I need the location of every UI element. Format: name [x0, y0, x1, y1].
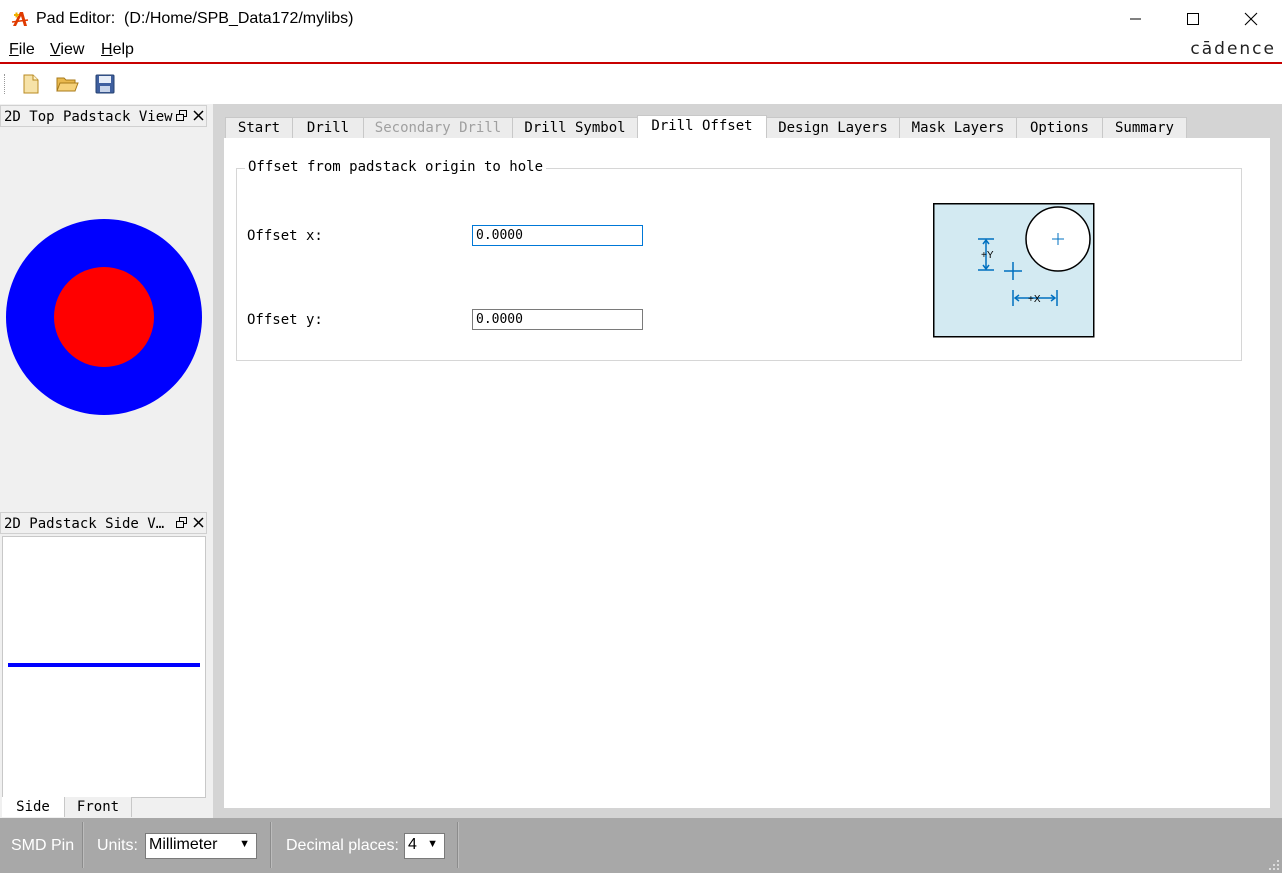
toolbar-grip[interactable]	[4, 74, 7, 94]
y-dimension-label: +Y	[981, 250, 994, 261]
units-value: Millimeter	[149, 836, 218, 853]
tab-start[interactable]: Start	[225, 117, 293, 139]
menu-help[interactable]: Help	[101, 41, 134, 59]
offset-x-input[interactable]	[472, 225, 643, 246]
tab-side[interactable]: Side	[2, 797, 64, 817]
side-view-panel-header: 2D Padstack Side V…	[0, 512, 207, 534]
offset-y-input[interactable]	[472, 309, 643, 330]
new-file-icon[interactable]	[19, 72, 43, 96]
float-panel-icon[interactable]	[176, 516, 187, 531]
status-separator	[82, 822, 84, 868]
decimal-places-combobox[interactable]: 4 ▼	[404, 833, 445, 859]
tab-options[interactable]: Options	[1016, 117, 1103, 139]
tab-drill-offset[interactable]: Drill Offset	[637, 115, 767, 140]
drill-offset-diagram: +Y +X	[933, 203, 1095, 338]
tab-drill[interactable]: Drill	[292, 117, 364, 139]
maximize-icon	[1187, 13, 1199, 25]
offset-groupbox: Offset from padstack origin to hole Offs…	[236, 159, 1242, 361]
tab-front[interactable]: Front	[64, 797, 132, 817]
menu-bar: File View Help cādence	[0, 38, 1282, 62]
side-layer-bar	[8, 663, 200, 667]
pad-editor-app-icon	[11, 12, 29, 26]
offset-x-label: Offset x:	[247, 228, 323, 244]
status-bar: SMD Pin Units: Millimeter ▼ Decimal plac…	[0, 818, 1282, 873]
offset-group-title: Offset from padstack origin to hole	[245, 159, 547, 175]
side-view-tabs: Side Front	[0, 797, 213, 818]
save-icon[interactable]	[93, 72, 117, 96]
tab-summary[interactable]: Summary	[1102, 117, 1187, 139]
toolbar	[0, 64, 1282, 104]
resize-grip-icon[interactable]	[1268, 859, 1280, 871]
close-icon	[1244, 12, 1258, 26]
top-view-panel-title: 2D Top Padstack View	[4, 109, 173, 125]
float-panel-icon[interactable]	[176, 109, 187, 124]
decimal-places-label: Decimal places:	[286, 837, 399, 854]
cadence-logo: cādence	[1190, 39, 1276, 59]
top-padstack-view	[0, 130, 208, 510]
drill-hole-circle	[54, 267, 154, 367]
close-panel-icon[interactable]	[193, 516, 204, 531]
maximize-button[interactable]	[1164, 0, 1222, 38]
menu-view[interactable]: View	[50, 41, 84, 59]
chevron-down-icon: ▼	[427, 838, 438, 850]
minimize-icon	[1130, 18, 1141, 20]
units-combobox[interactable]: Millimeter ▼	[145, 833, 257, 859]
offset-y-label: Offset y:	[247, 312, 323, 328]
status-separator	[270, 822, 272, 868]
top-view-panel-header: 2D Top Padstack View	[0, 105, 207, 127]
tab-drill-symbol[interactable]: Drill Symbol	[512, 117, 638, 139]
side-view-panel-title: 2D Padstack Side V…	[4, 516, 165, 532]
open-folder-icon[interactable]	[55, 72, 79, 96]
close-window-button[interactable]	[1222, 0, 1280, 38]
tab-mask-layers[interactable]: Mask Layers	[899, 117, 1017, 139]
side-padstack-view	[2, 536, 206, 798]
status-separator	[457, 822, 459, 868]
pin-type-status: SMD Pin	[11, 837, 75, 854]
drill-offset-page: Offset from padstack origin to hole Offs…	[224, 138, 1270, 808]
tab-secondary-drill[interactable]: Secondary Drill	[363, 117, 513, 139]
tab-design-layers[interactable]: Design Layers	[766, 117, 900, 139]
x-dimension-label: +X	[1028, 294, 1041, 305]
chevron-down-icon: ▼	[239, 838, 250, 850]
minimize-button[interactable]	[1106, 0, 1164, 38]
window-title: Pad Editor: (D:/Home/SPB_Data172/mylibs)	[36, 10, 354, 27]
units-label: Units:	[97, 837, 138, 854]
close-panel-icon[interactable]	[193, 109, 204, 124]
decimal-places-value: 4	[408, 836, 417, 853]
title-bar: Pad Editor: (D:/Home/SPB_Data172/mylibs)	[0, 0, 1282, 38]
menu-file[interactable]: File	[9, 41, 35, 59]
